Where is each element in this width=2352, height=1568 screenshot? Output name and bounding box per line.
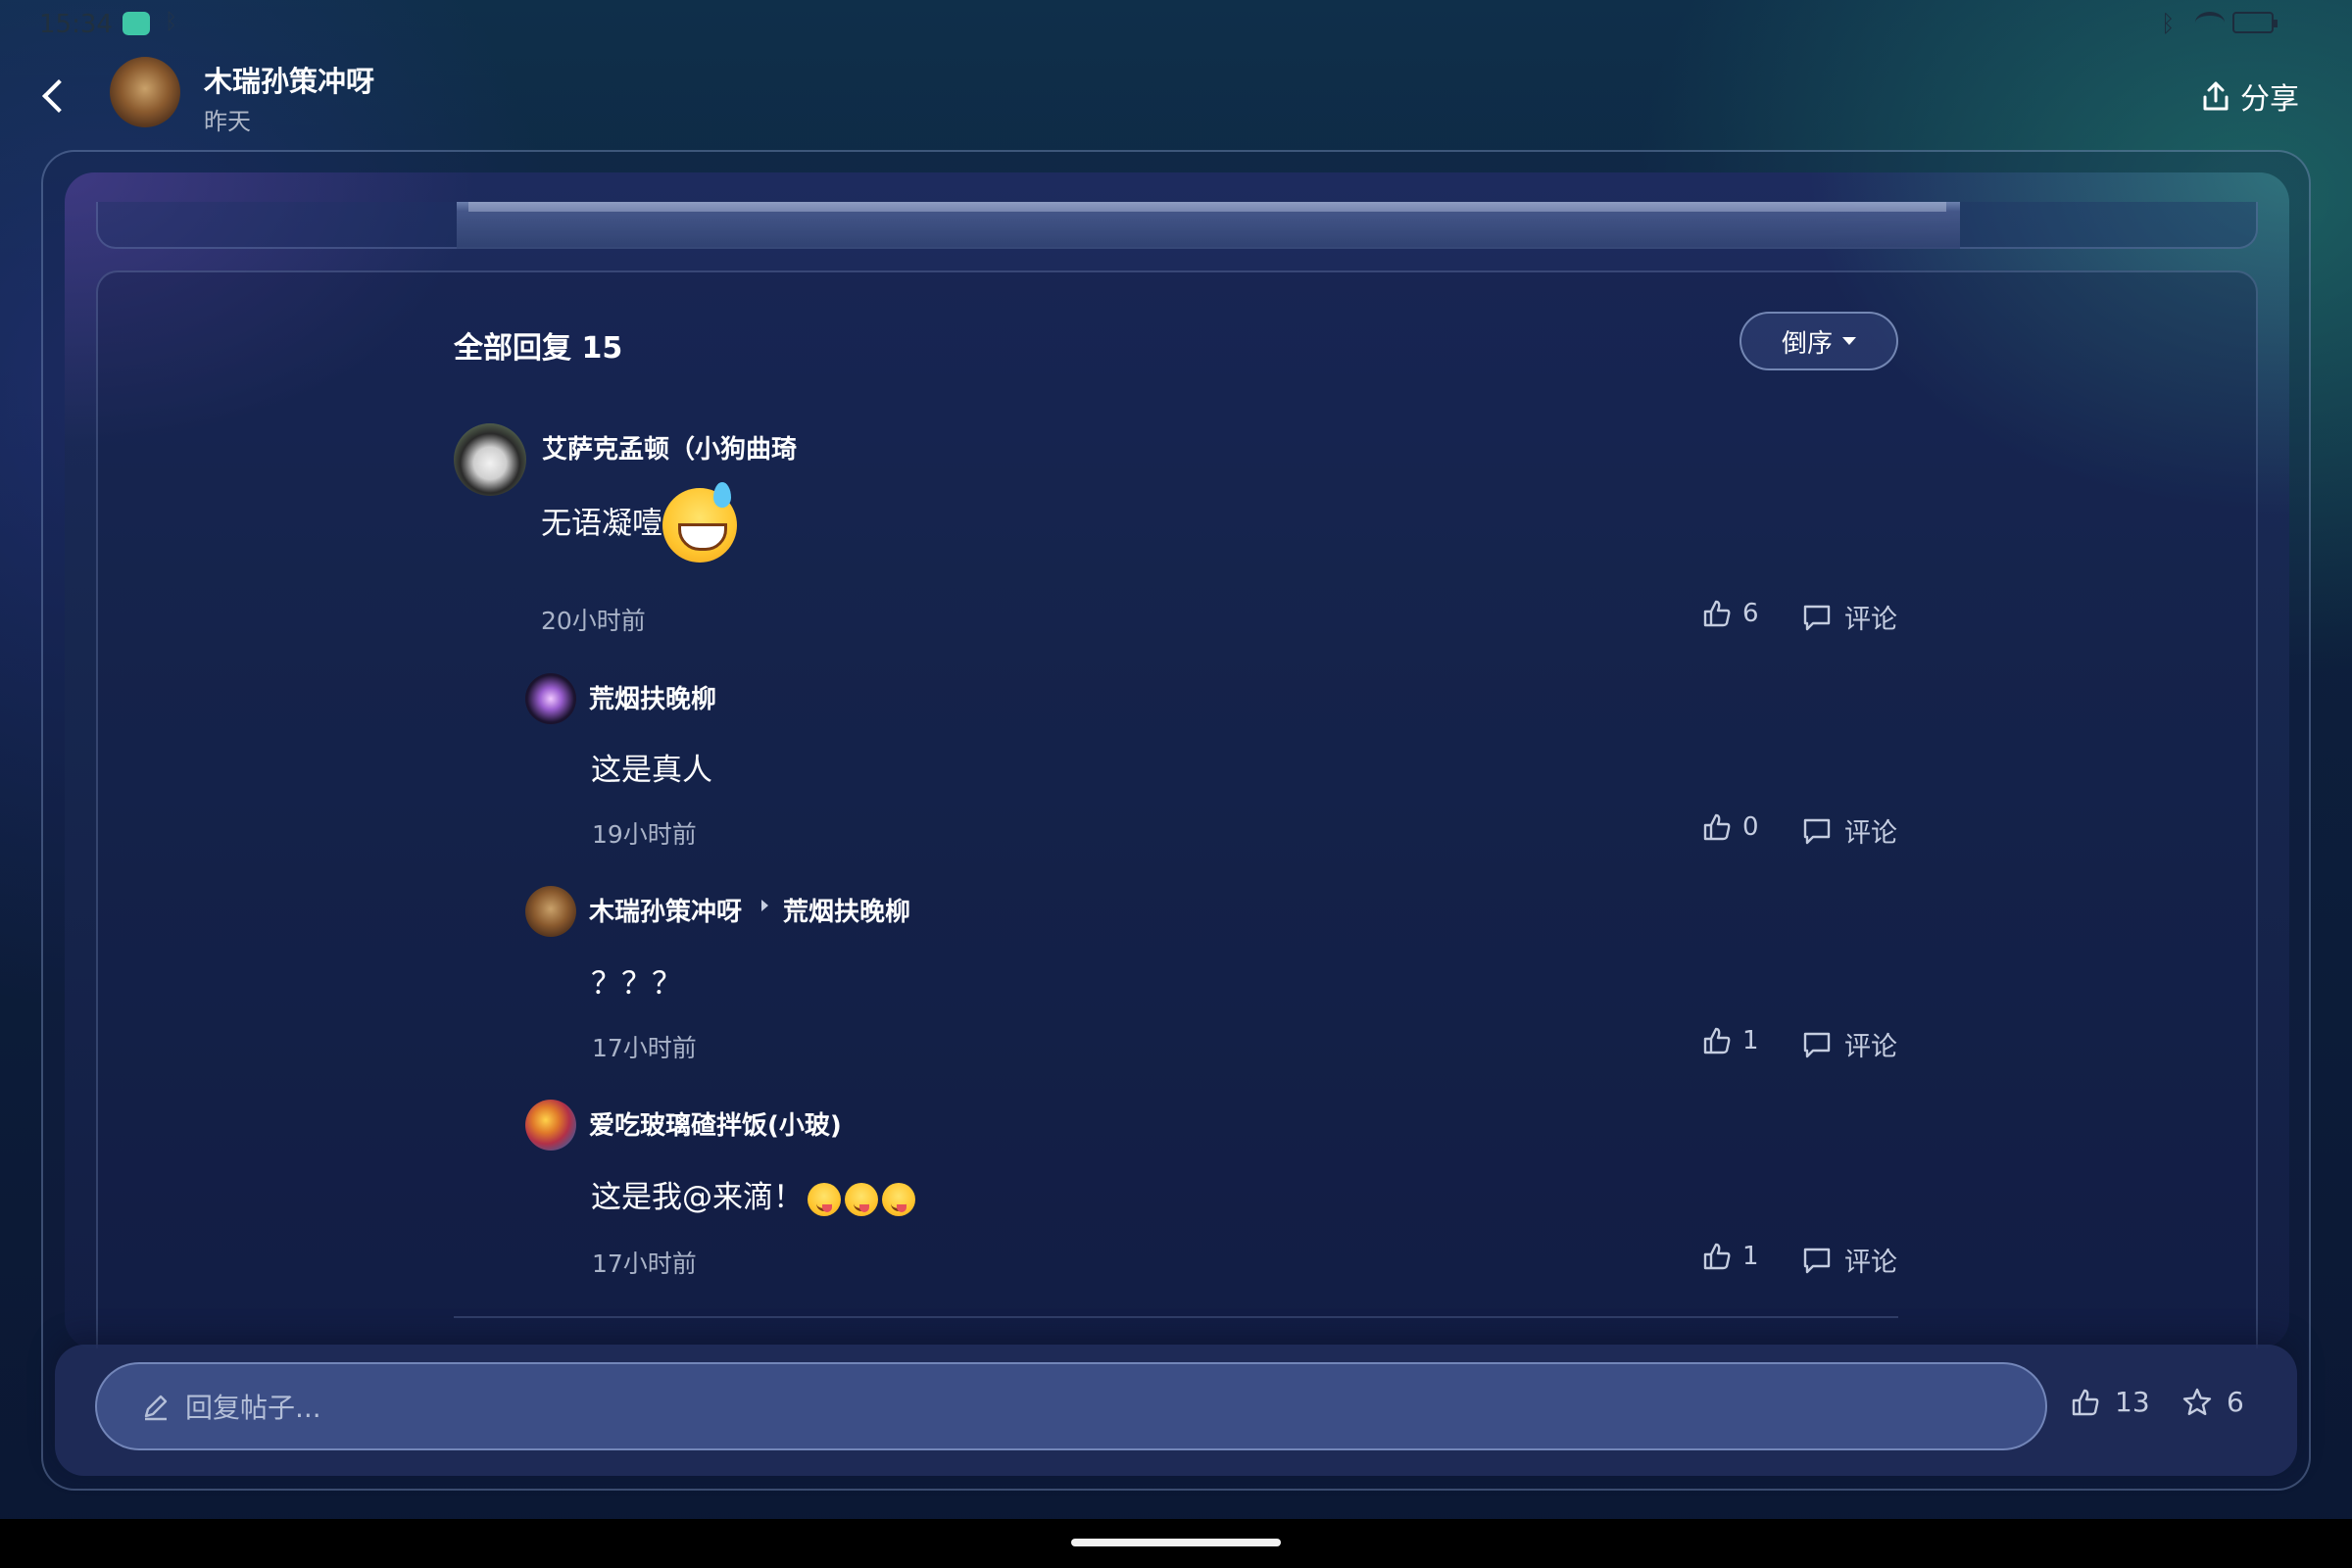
comment-time: 19小时前 — [592, 820, 697, 849]
wifi-icon — [2195, 12, 2225, 33]
share-icon — [2201, 80, 2230, 112]
notification-app-icon — [122, 12, 150, 35]
sort-label: 倒序 — [1781, 328, 1833, 359]
post-like-count: 13 — [2115, 1386, 2150, 1418]
comment-reply-button[interactable]: 评论 — [1801, 1025, 1897, 1063]
comment-reply-button[interactable]: 评论 — [1801, 1241, 1897, 1279]
sweat-smile-emoji-icon — [662, 482, 737, 563]
comment-text: 这是真人 — [591, 753, 712, 788]
list-divider — [454, 1316, 1898, 1318]
comment-author[interactable]: 爱吃玻璃碴拌饭(小玻) — [589, 1105, 842, 1142]
status-bar: 15:34 ᛒ ᛒ — [0, 0, 2352, 49]
comment-label: 评论 — [1844, 1032, 1897, 1062]
comment-author[interactable]: 荒烟扶晚柳 — [589, 679, 716, 715]
comment-time: 20小时前 — [541, 607, 646, 635]
comment-like-button[interactable]: 6 — [1701, 598, 1759, 629]
reply-input[interactable]: 回复帖子... — [95, 1362, 2047, 1450]
comment-label: 评论 — [1844, 818, 1897, 849]
back-button[interactable] — [39, 76, 69, 116]
content-panel — [65, 172, 2289, 1348]
comment-reply-button[interactable]: 评论 — [1801, 811, 1897, 850]
share-label: 分享 — [2240, 82, 2299, 117]
like-count: 6 — [1742, 599, 1759, 628]
thumbs-up-icon — [1701, 1025, 1733, 1056]
comment-avatar[interactable] — [454, 423, 526, 496]
bluetooth-icon: ᛒ — [165, 10, 178, 34]
comment-avatar[interactable] — [525, 886, 576, 937]
thumbs-up-icon — [1701, 598, 1733, 629]
comment-like-button[interactable]: 1 — [1701, 1241, 1759, 1272]
like-count: 1 — [1742, 1242, 1759, 1271]
comment-avatar[interactable] — [525, 1100, 576, 1151]
home-gesture-handle[interactable] — [1071, 1539, 1281, 1546]
comment-author[interactable]: 艾萨克孟顿（小狗曲琦 — [542, 429, 797, 466]
bluetooth-status-icon: ᛒ — [2161, 10, 2176, 37]
comment-bubble-icon — [1801, 1245, 1833, 1276]
post-image-bottom[interactable] — [457, 202, 1960, 249]
comment-text: 这是我@来滴！ — [591, 1172, 915, 1216]
author-name[interactable]: 木瑞孙策冲呀 — [204, 59, 374, 100]
comment-reply-button[interactable]: 评论 — [1801, 598, 1897, 636]
star-icon — [2181, 1387, 2213, 1418]
post-date: 昨天 — [204, 108, 251, 135]
reply-to-user[interactable]: 荒烟扶晚柳 — [783, 892, 910, 928]
replies-card — [96, 270, 2258, 1348]
author-avatar[interactable] — [110, 57, 180, 127]
comment-avatar[interactable] — [525, 673, 576, 724]
status-time: 15:34 — [39, 10, 113, 39]
comment-bubble-icon — [1801, 1029, 1833, 1060]
comment-time: 17小时前 — [592, 1034, 697, 1062]
pencil-icon — [140, 1391, 172, 1422]
reply-to-arrow-icon — [761, 900, 768, 911]
yum-emoji-icon — [808, 1182, 841, 1216]
post-star-count: 6 — [2227, 1386, 2244, 1418]
battery-icon — [2232, 12, 2278, 33]
comment-label: 评论 — [1844, 1248, 1897, 1278]
thumbs-up-icon — [1701, 811, 1733, 843]
replies-title: 全部回复 15 — [454, 331, 623, 366]
caret-down-icon — [1842, 337, 1856, 345]
like-count: 0 — [1742, 812, 1759, 842]
comment-like-button[interactable]: 0 — [1701, 811, 1759, 843]
thumbs-up-icon — [2070, 1387, 2101, 1418]
sort-order-button[interactable]: 倒序 — [1740, 312, 1898, 370]
comment-bubble-icon — [1801, 815, 1833, 847]
comment-label: 评论 — [1844, 605, 1897, 635]
yum-emoji-icon — [845, 1182, 878, 1216]
comment-time: 17小时前 — [592, 1250, 697, 1278]
yum-emoji-icon — [882, 1182, 915, 1216]
comment-text: ？？？ — [591, 966, 682, 1002]
post-favorite-button[interactable]: 6 — [2181, 1386, 2244, 1418]
comment-author[interactable]: 木瑞孙策冲呀 — [589, 892, 742, 928]
share-button[interactable]: 分享 — [2201, 76, 2299, 117]
comment-text: 无语凝噎 — [541, 482, 737, 563]
like-count: 1 — [1742, 1026, 1759, 1055]
reply-placeholder: 回复帖子... — [185, 1392, 321, 1424]
comment-bubble-icon — [1801, 602, 1833, 633]
post-like-button[interactable]: 13 — [2070, 1386, 2150, 1418]
comment-like-button[interactable]: 1 — [1701, 1025, 1759, 1056]
thumbs-up-icon — [1701, 1241, 1733, 1272]
